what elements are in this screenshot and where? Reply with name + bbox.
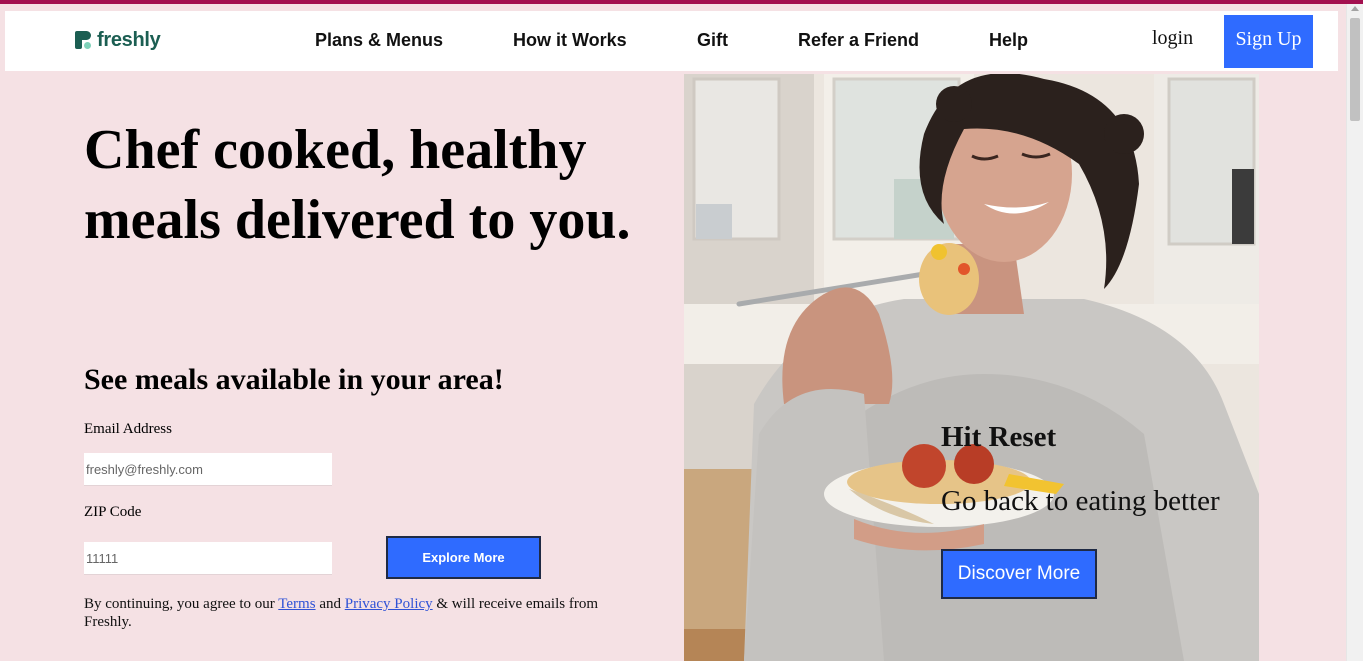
explore-more-button[interactable]: Explore More (386, 536, 541, 579)
nav-refer-a-friend[interactable]: Refer a Friend (798, 28, 919, 52)
page-scrollbar[interactable] (1346, 4, 1363, 661)
scrollbar-thumb[interactable] (1350, 18, 1360, 121)
promo-title: Hit Reset (941, 421, 1057, 453)
logo-text: freshly (97, 28, 161, 51)
scroll-up-arrow-icon[interactable] (1351, 6, 1359, 11)
promo-subtitle: Go back to eating better (941, 485, 1220, 517)
nav-how-it-works[interactable]: How it Works (513, 28, 627, 52)
terms-link[interactable]: Terms (278, 596, 315, 612)
freshly-logo-icon (75, 31, 92, 49)
legal-prefix: By continuing, you agree to our (84, 596, 279, 612)
browser-top-strip (0, 0, 1363, 4)
zip-label: ZIP Code (84, 504, 142, 520)
privacy-policy-link[interactable]: Privacy Policy (345, 596, 433, 612)
sign-up-button[interactable]: Sign Up (1224, 15, 1313, 68)
hero-title: Chef cooked, healthy meals delivered to … (84, 119, 631, 251)
login-link[interactable]: login (1152, 26, 1193, 50)
legal-and: and (315, 596, 345, 612)
nav-gift[interactable]: Gift (697, 28, 728, 52)
nav-plans-menus[interactable]: Plans & Menus (315, 28, 443, 52)
nav-help[interactable]: Help (989, 28, 1028, 52)
discover-more-button[interactable]: Discover More (941, 549, 1097, 599)
zip-code-field[interactable] (84, 542, 332, 575)
email-field[interactable] (84, 453, 332, 486)
email-label: Email Address (84, 421, 172, 437)
hero-subheading: See meals available in your area! (84, 363, 504, 396)
top-navbar: freshly Plans & Menus How it Works Gift … (5, 11, 1338, 71)
legal-notice: By continuing, you agree to our Terms an… (84, 595, 644, 631)
freshly-logo[interactable]: freshly (75, 27, 161, 53)
